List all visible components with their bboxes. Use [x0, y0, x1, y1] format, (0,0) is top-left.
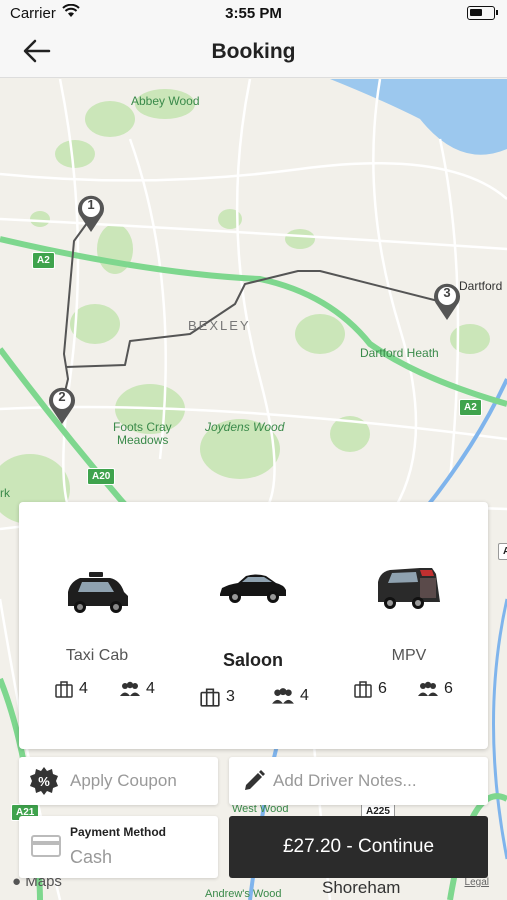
saloon-car-icon [220, 574, 286, 603]
road-badge-edge: A [498, 543, 507, 560]
luggage-count: 3 [226, 688, 235, 705]
road-badge-a20: A20 [87, 468, 116, 485]
luggage-icon [200, 688, 220, 707]
luggage-capacity: 6 [353, 680, 387, 698]
payment-method-title: Payment Method [70, 825, 167, 839]
pencil-icon [245, 770, 265, 790]
route-pin-1[interactable]: 1 [75, 193, 107, 233]
map-label-dartford-heath: Dartford Heath [360, 346, 439, 360]
passengers-icon [418, 681, 438, 696]
passenger-capacity: 4 [119, 680, 155, 698]
map-label-joydens-wood: Joydens Wood [205, 420, 285, 434]
map-label-abbey-wood: Abbey Wood [131, 94, 200, 108]
mpv-van-icon [378, 568, 440, 609]
luggage-icon [354, 681, 372, 698]
map-label-dartford: Dartford [459, 279, 503, 293]
taxi-cab-icon [68, 572, 128, 613]
route-pin-number: 3 [443, 285, 451, 300]
map-label-bexley: BEXLEY [188, 318, 251, 333]
discount-badge-icon: % [30, 767, 58, 795]
passenger-capacity: 6 [417, 680, 453, 698]
road-badge-a2: A2 [459, 399, 482, 416]
legal-link[interactable]: Legal [465, 877, 489, 888]
continue-button[interactable]: £27.20 - Continue [229, 816, 488, 878]
status-bar: Carrier 3:55 PM [0, 0, 507, 28]
route-pin-number: 2 [58, 389, 66, 404]
map-label-park: rk [0, 486, 10, 500]
map-label-shoreham: Shoreham [322, 878, 401, 897]
driver-notes-label: Add Driver Notes... [273, 771, 417, 790]
vehicle-selector-card: Taxi Cab 4 4 Saloon 3 4 MPV 6 6 [19, 502, 488, 749]
passenger-count: 4 [146, 680, 155, 697]
road-badge-a2: A2 [32, 252, 55, 269]
luggage-capacity: 4 [54, 680, 88, 698]
luggage-count: 6 [378, 680, 387, 697]
passengers-icon [272, 688, 294, 704]
passenger-count: 6 [444, 680, 453, 697]
vehicle-name: Taxi Cab [65, 647, 129, 664]
vehicle-option-taxi-cab[interactable]: Taxi Cab 4 4 [19, 502, 175, 749]
apply-coupon-label: Apply Coupon [70, 771, 177, 790]
map-label-andrews-wood: Andrew's Wood [205, 888, 282, 900]
passengers-icon [120, 681, 140, 696]
map-label-meadows: Meadows [117, 433, 169, 447]
route-pin-2[interactable]: 2 [46, 385, 78, 425]
route-pin-3[interactable]: 3 [431, 281, 463, 321]
payment-method-button[interactable]: Payment Method Cash [19, 816, 218, 878]
battery-icon [467, 6, 498, 20]
map-label-foots-cray: Foots Cray [113, 420, 172, 434]
vehicle-option-saloon[interactable]: Saloon 3 4 [175, 502, 331, 749]
svg-text:%: % [38, 774, 50, 789]
apply-coupon-button[interactable]: % Apply Coupon [19, 757, 218, 805]
luggage-capacity: 3 [199, 687, 235, 707]
driver-notes-button[interactable]: Add Driver Notes... [229, 757, 488, 805]
luggage-icon [55, 681, 73, 698]
vehicle-name: Saloon [222, 650, 283, 670]
route-pin-number: 1 [87, 197, 95, 212]
credit-card-icon [31, 835, 61, 857]
vehicle-option-mpv[interactable]: MPV 6 6 [331, 502, 487, 749]
status-time: 3:55 PM [225, 5, 282, 22]
page-title: Booking [211, 40, 296, 63]
vehicle-name: MPV [391, 647, 427, 664]
luggage-count: 4 [79, 680, 88, 697]
nav-bar: Booking [0, 28, 507, 78]
passenger-capacity: 4 [271, 687, 309, 705]
passenger-count: 4 [300, 687, 309, 704]
payment-method-value: Cash [70, 847, 113, 867]
